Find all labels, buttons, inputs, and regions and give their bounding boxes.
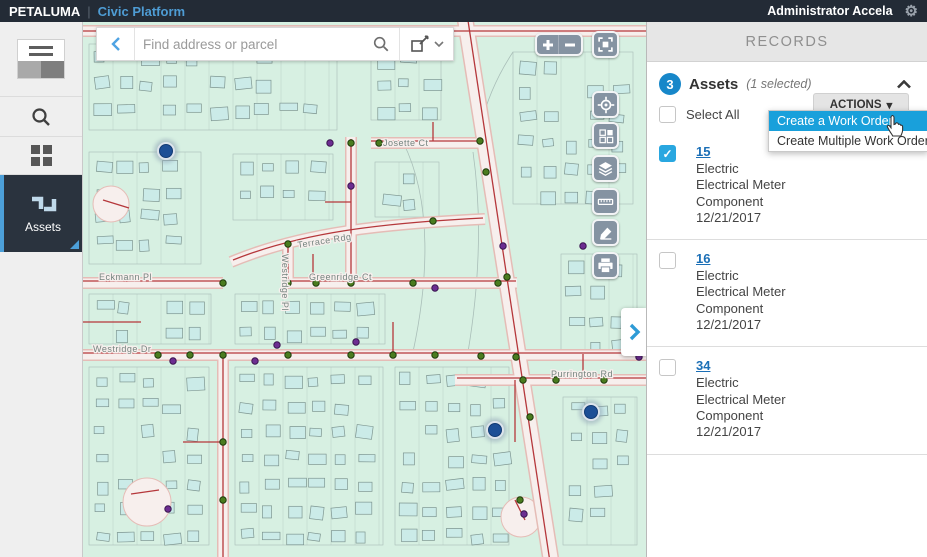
street-label: Greenridge Ct bbox=[309, 272, 372, 282]
map-canvas[interactable]: Josette Ct Terrace Rdg Westridge Pl Eckm… bbox=[83, 22, 646, 557]
menu-item-create-multiple-work-orders[interactable]: Create Multiple Work Orders bbox=[769, 131, 927, 151]
record-date: 12/21/2017 bbox=[696, 317, 786, 333]
record-category: Component bbox=[696, 194, 786, 210]
record-checkbox[interactable]: ✓ bbox=[659, 145, 676, 162]
menu-item-create-work-order[interactable]: Create a Work Order bbox=[769, 111, 927, 131]
asset-marker[interactable] bbox=[579, 400, 603, 424]
section-title: Assets bbox=[689, 76, 738, 93]
select-all-label: Select All bbox=[686, 107, 739, 122]
locate-button[interactable] bbox=[592, 91, 619, 118]
sidebar-item-apps[interactable] bbox=[0, 137, 82, 175]
asset-marker[interactable] bbox=[154, 139, 178, 163]
records-panel: RECORDS 3 Assets (1 selected) Select All… bbox=[646, 22, 927, 557]
search-icon bbox=[30, 106, 52, 128]
sidebar-item-assets[interactable]: Assets bbox=[0, 175, 82, 252]
user-name: Administrator Accela bbox=[767, 4, 892, 18]
record-checkbox[interactable] bbox=[659, 252, 676, 269]
expand-panel-tab[interactable] bbox=[621, 308, 646, 356]
chevron-right-icon bbox=[626, 320, 642, 344]
actions-menu: Create a Work Order Create Multiple Work… bbox=[768, 110, 927, 152]
plus-icon bbox=[541, 38, 555, 52]
basemap-grid-icon bbox=[598, 128, 614, 144]
gear-icon[interactable]: ⚙ bbox=[905, 4, 918, 19]
asset-marker[interactable] bbox=[483, 418, 507, 442]
basemap-button[interactable] bbox=[592, 122, 619, 149]
print-button[interactable] bbox=[592, 252, 619, 279]
asset-record: 34 Electric Electrical Meter Component 1… bbox=[647, 347, 927, 454]
full-extent-button[interactable] bbox=[592, 31, 619, 58]
street-label: Josette Ct bbox=[383, 138, 429, 148]
product-name: Civic Platform bbox=[98, 4, 185, 19]
street-label: Westridge Dr bbox=[93, 344, 151, 354]
minus-icon bbox=[563, 38, 577, 52]
street-label: Purrington Rd bbox=[551, 369, 613, 379]
zoom-control bbox=[535, 33, 583, 56]
chevron-left-icon bbox=[107, 34, 125, 54]
basemap-gallery-icon bbox=[18, 40, 64, 78]
select-all-checkbox[interactable] bbox=[659, 106, 676, 123]
brand-divider: | bbox=[87, 4, 90, 19]
asset-record: 16 Electric Electrical Meter Component 1… bbox=[647, 240, 927, 347]
panel-title: RECORDS bbox=[647, 22, 927, 62]
record-subtype: Electrical Meter bbox=[696, 284, 786, 300]
select-tool-dropdown[interactable] bbox=[399, 28, 453, 60]
measure-button[interactable] bbox=[592, 188, 619, 215]
crosshair-icon bbox=[597, 96, 615, 114]
street-label: Eckmann Pl bbox=[99, 272, 152, 282]
sidebar-item-label: Assets bbox=[25, 220, 61, 234]
search-input[interactable] bbox=[135, 37, 363, 52]
search-icon bbox=[372, 35, 390, 53]
record-id-link[interactable]: 15 bbox=[696, 144, 710, 159]
top-bar: PETALUMA | Civic Platform Administrator … bbox=[0, 0, 927, 22]
printer-icon bbox=[597, 257, 614, 274]
search-submit-button[interactable] bbox=[363, 35, 399, 53]
draw-select-icon bbox=[409, 33, 431, 55]
sidebar-item-search[interactable] bbox=[0, 97, 82, 137]
record-date: 12/21/2017 bbox=[696, 424, 786, 440]
draw-button[interactable] bbox=[592, 219, 619, 246]
chevron-up-icon bbox=[897, 80, 911, 89]
corner-triangle bbox=[70, 240, 79, 249]
zoom-out-button[interactable] bbox=[559, 35, 581, 54]
street-label: Westridge Pl bbox=[280, 254, 290, 311]
pencil-icon bbox=[598, 225, 614, 241]
brand-name: PETALUMA bbox=[9, 4, 80, 19]
collapse-section-button[interactable] bbox=[897, 80, 911, 89]
basemap-svg: Josette Ct Terrace Rdg Westridge Pl Eckm… bbox=[83, 22, 646, 557]
selected-note: (1 selected) bbox=[746, 77, 811, 91]
record-subtype: Electrical Meter bbox=[696, 392, 786, 408]
record-type: Electric bbox=[696, 268, 786, 284]
count-badge: 3 bbox=[659, 73, 681, 95]
record-date: 12/21/2017 bbox=[696, 210, 786, 226]
layers-button[interactable] bbox=[592, 155, 619, 182]
grid-icon bbox=[31, 145, 52, 166]
collapse-search-button[interactable] bbox=[97, 28, 135, 60]
left-sidebar: Assets bbox=[0, 22, 83, 557]
record-subtype: Electrical Meter bbox=[696, 177, 786, 193]
fullscreen-icon bbox=[597, 36, 614, 53]
pipes-icon bbox=[29, 193, 57, 215]
map-search-bar bbox=[96, 27, 454, 61]
chevron-down-icon bbox=[434, 40, 444, 48]
check-icon: ✓ bbox=[662, 148, 672, 160]
ruler-icon bbox=[597, 193, 614, 210]
zoom-in-button[interactable] bbox=[537, 35, 559, 54]
record-id-link[interactable]: 34 bbox=[696, 358, 710, 373]
layers-icon bbox=[597, 160, 614, 177]
record-id-link[interactable]: 16 bbox=[696, 251, 710, 266]
record-checkbox[interactable] bbox=[659, 359, 676, 376]
record-category: Component bbox=[696, 301, 786, 317]
record-category: Component bbox=[696, 408, 786, 424]
sidebar-item-basemap[interactable] bbox=[0, 22, 82, 97]
record-type: Electric bbox=[696, 375, 786, 391]
record-type: Electric bbox=[696, 161, 786, 177]
